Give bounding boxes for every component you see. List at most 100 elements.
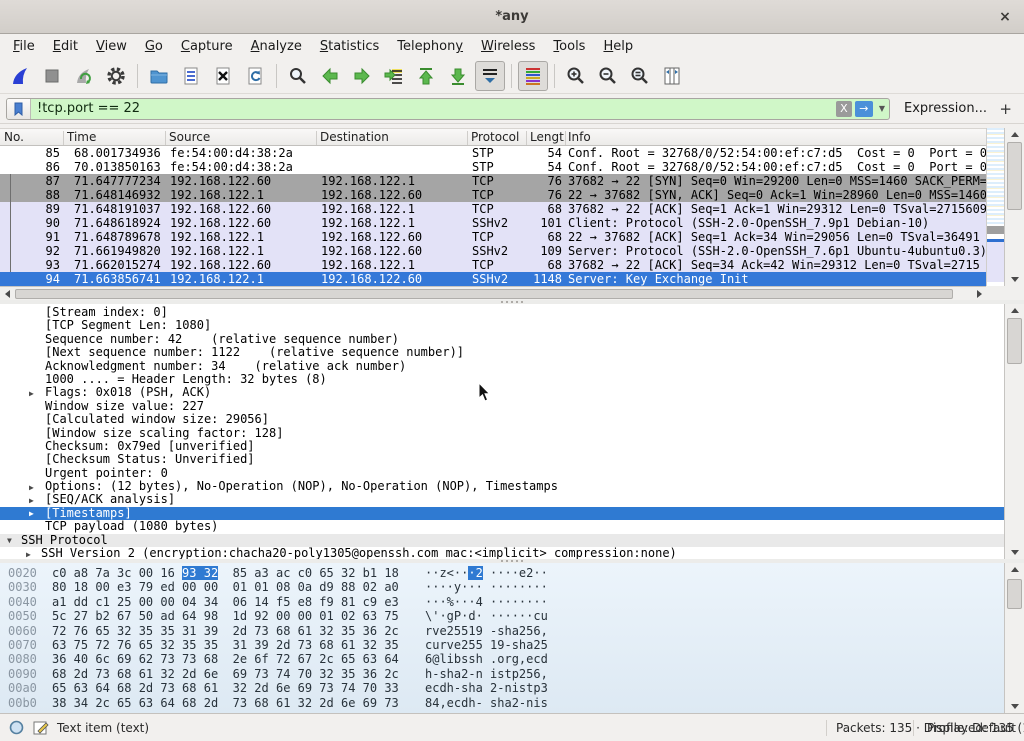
packet-row[interactable]: 9471.663856741192.168.122.1192.168.122.6… <box>0 272 986 286</box>
scroll-down-arrow[interactable] <box>1005 700 1024 713</box>
save-file-button[interactable] <box>176 61 206 91</box>
menu-edit[interactable]: Edit <box>44 36 87 57</box>
packet-row[interactable]: 8670.013850163fe:54:00:d4:38:2aSTP54Conf… <box>0 160 986 174</box>
start-capture-button[interactable] <box>5 61 35 91</box>
menu-view[interactable]: View <box>87 36 136 57</box>
collapsed-arrow-icon[interactable]: ▶ <box>29 481 34 494</box>
filter-bookmark-button[interactable] <box>7 99 31 119</box>
scroll-up-arrow[interactable] <box>1005 304 1024 317</box>
resize-columns-button[interactable] <box>657 61 687 91</box>
column-header-destination[interactable]: Destination <box>320 130 389 144</box>
hex-row[interactable]: 00a065 63 64 68 2d 73 68 61 32 2d 6e 69 … <box>0 681 1004 695</box>
detail-line[interactable]: [Checksum Status: Unverified] <box>0 453 1004 466</box>
capture-comment-icon[interactable] <box>33 720 49 736</box>
hex-row[interactable]: 0040a1 dd c1 25 00 00 04 34 06 14 f5 e8 … <box>0 595 1004 609</box>
scroll-left-arrow[interactable] <box>0 287 14 300</box>
menu-wireless[interactable]: Wireless <box>472 36 544 57</box>
packet-list-hscrollbar[interactable] <box>0 286 986 300</box>
column-divider[interactable] <box>467 131 468 145</box>
detail-line[interactable]: [Window size scaling factor: 128] <box>0 427 1004 440</box>
scroll-thumb[interactable] <box>15 289 953 299</box>
detail-line[interactable]: [TCP Segment Len: 1080] <box>0 319 1004 332</box>
go-last-button[interactable] <box>443 61 473 91</box>
details-vscrollbar[interactable] <box>1004 304 1024 559</box>
packet-row[interactable]: 9071.648618924192.168.122.60192.168.122.… <box>0 216 986 230</box>
scroll-down-arrow[interactable] <box>1005 546 1024 559</box>
column-divider[interactable] <box>526 131 527 145</box>
detail-line[interactable]: ▶[SEQ/ACK analysis] <box>0 493 1004 506</box>
detail-line[interactable]: Window size value: 227 <box>0 400 1004 413</box>
status-profile[interactable]: Profile: Default <box>927 721 1016 735</box>
expert-info-icon[interactable] <box>8 719 25 736</box>
packet-row[interactable]: 8771.647777234192.168.122.60192.168.122.… <box>0 174 986 188</box>
reload-file-button[interactable] <box>240 61 270 91</box>
hex-row[interactable]: 0020c0 a8 7a 3c 00 16 93 32 85 a3 ac c0 … <box>0 566 1004 580</box>
find-packet-button[interactable] <box>283 61 313 91</box>
stop-capture-button[interactable] <box>37 61 67 91</box>
menu-statistics[interactable]: Statistics <box>311 36 388 57</box>
collapsed-arrow-icon[interactable]: ▶ <box>29 507 34 520</box>
display-filter-input[interactable] <box>31 99 836 119</box>
column-divider[interactable] <box>316 131 317 145</box>
collapsed-arrow-icon[interactable]: ▶ <box>29 387 34 400</box>
detail-line[interactable]: [Next sequence number: 1122 (relative se… <box>0 346 1004 359</box>
auto-scroll-button[interactable] <box>475 61 505 91</box>
scroll-right-arrow[interactable] <box>972 287 986 300</box>
go-back-button[interactable] <box>315 61 345 91</box>
hex-row[interactable]: 007063 75 72 76 65 32 35 35 31 39 2d 73 … <box>0 638 1004 652</box>
detail-line[interactable]: ▶[Timestamps] <box>0 507 1004 520</box>
detail-line[interactable]: [Stream index: 0] <box>0 306 1004 319</box>
detail-line[interactable]: 1000 .... = Header Length: 32 bytes (8) <box>0 373 1004 386</box>
packet-row[interactable]: 9271.661949820192.168.122.1192.168.122.6… <box>0 244 986 258</box>
menu-help[interactable]: Help <box>594 36 642 57</box>
go-to-packet-button[interactable] <box>379 61 409 91</box>
detail-line[interactable]: ▶SSH Version 2 (encryption:chacha20-poly… <box>0 547 1004 559</box>
hex-row[interactable]: 008036 40 6c 69 62 73 73 68 2e 6f 72 67 … <box>0 652 1004 666</box>
column-divider[interactable] <box>565 131 566 145</box>
hex-row[interactable]: 00b038 34 2c 65 63 64 68 2d 73 68 61 32 … <box>0 696 1004 710</box>
detail-line[interactable]: ▶Flags: 0x018 (PSH, ACK) <box>0 386 1004 399</box>
menu-go[interactable]: Go <box>136 36 172 57</box>
zoom-in-button[interactable] <box>561 61 591 91</box>
colorize-button[interactable] <box>518 61 548 91</box>
scroll-thumb[interactable] <box>1007 318 1022 364</box>
collapsed-arrow-icon[interactable]: ▶ <box>29 494 34 507</box>
column-header-protocol[interactable]: Protocol <box>471 130 519 144</box>
scroll-thumb[interactable] <box>1007 579 1022 609</box>
restart-capture-button[interactable] <box>69 61 99 91</box>
menu-tools[interactable]: Tools <box>544 36 594 57</box>
packet-row[interactable]: 9371.662015274192.168.122.60192.168.122.… <box>0 258 986 272</box>
capture-options-button[interactable] <box>101 61 131 91</box>
detail-line[interactable]: Checksum: 0x79ed [unverified] <box>0 440 1004 453</box>
packet-row[interactable]: 8568.001734936fe:54:00:d4:38:2aSTP54Conf… <box>0 146 986 160</box>
column-header-time[interactable]: Time <box>67 130 96 144</box>
detail-line[interactable]: ▼SSH Protocol <box>0 534 1004 547</box>
filter-dropdown-caret[interactable]: ▼ <box>875 104 889 113</box>
menu-file[interactable]: File <box>4 36 44 57</box>
scroll-thumb[interactable] <box>1007 142 1022 210</box>
column-header-info[interactable]: Info <box>568 130 591 144</box>
bytes-vscrollbar[interactable] <box>1004 563 1024 713</box>
expanded-arrow-icon[interactable]: ▼ <box>7 534 12 547</box>
column-header-source[interactable]: Source <box>169 130 210 144</box>
hex-row[interactable]: 009068 2d 73 68 61 32 2d 6e 69 73 74 70 … <box>0 667 1004 681</box>
go-forward-button[interactable] <box>347 61 377 91</box>
menu-telephony[interactable]: Telephony <box>388 36 472 57</box>
open-file-button[interactable] <box>144 61 174 91</box>
menu-capture[interactable]: Capture <box>172 36 242 57</box>
detail-line[interactable]: TCP payload (1080 bytes) <box>0 520 1004 533</box>
filter-clear-button[interactable]: X <box>836 101 852 117</box>
detail-line[interactable]: Urgent pointer: 0 <box>0 467 1004 480</box>
expression-button[interactable]: Expression... <box>904 101 987 116</box>
scroll-up-arrow[interactable] <box>1005 563 1024 576</box>
column-divider[interactable] <box>63 131 64 145</box>
column-header-length[interactable]: Length <box>530 130 564 144</box>
detail-line[interactable]: ▶Options: (12 bytes), No-Operation (NOP)… <box>0 480 1004 493</box>
collapsed-arrow-icon[interactable]: ▶ <box>26 548 31 559</box>
scroll-up-arrow[interactable] <box>1005 128 1024 141</box>
filter-apply-button[interactable]: → <box>855 101 873 117</box>
packet-list-vscrollbar[interactable] <box>1004 128 1024 286</box>
packet-row[interactable]: 8971.648191037192.168.122.60192.168.122.… <box>0 202 986 216</box>
go-first-button[interactable] <box>411 61 441 91</box>
zoom-reset-button[interactable] <box>625 61 655 91</box>
